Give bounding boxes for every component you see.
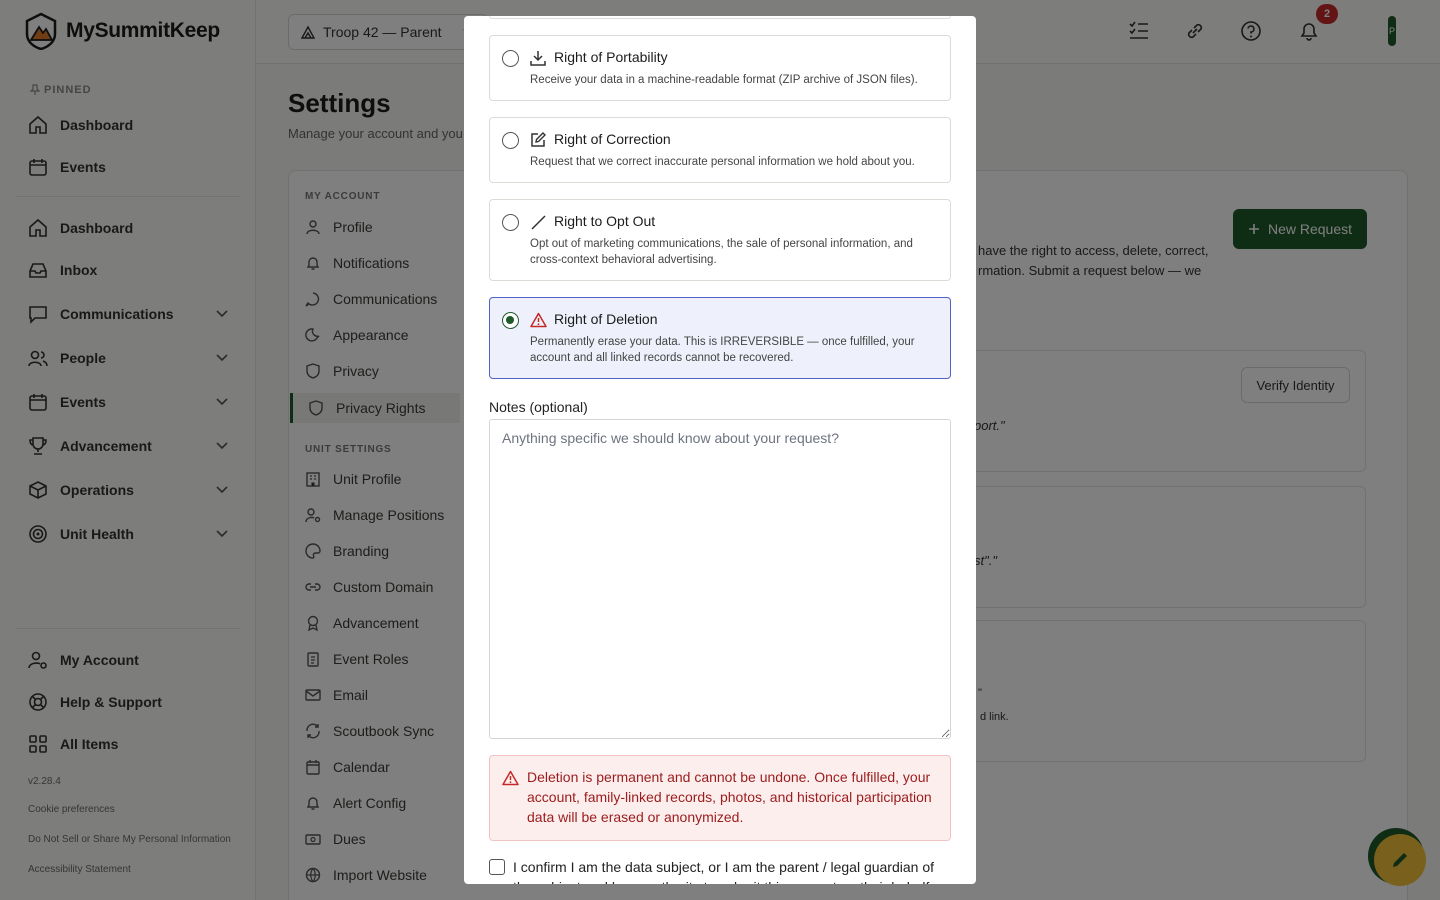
radio-opt-out[interactable] [502,214,519,231]
option-right-of-deletion[interactable]: Right of Deletion Permanently erase your… [489,297,951,379]
warning-icon [502,770,519,786]
deletion-warning-text: Deletion is permanent and cannot be undo… [527,769,932,825]
radio-deletion[interactable] [502,312,519,329]
notes-label: Notes (optional) [489,399,588,415]
option-title: Right of Portability [554,49,668,65]
option-right-of-correction[interactable]: Right of Correction Request that we corr… [489,117,951,183]
option-title: Right to Opt Out [554,213,656,229]
option-description: Permanently erase your data. This is IRR… [530,336,915,364]
app-root: MySummitKeep PINNED Dashboard Events Das… [0,0,1440,900]
option-description: Opt out of marketing communications, the… [530,238,913,266]
radio-portability[interactable] [502,50,519,67]
option-title: Right of Deletion [554,311,658,327]
option-title: Right of Correction [554,131,671,147]
privacy-request-modal: Right of Portability Receive your data i… [464,16,976,884]
option-right-of-portability[interactable]: Right of Portability Receive your data i… [489,35,951,101]
confirm-checkbox[interactable] [489,859,505,875]
option-description: Request that we correct inaccurate perso… [530,156,915,168]
confirm-authority: I confirm I am the data subject, or I am… [489,857,951,884]
edit-icon [530,132,546,148]
slash-icon [530,214,546,230]
deletion-warning-banner: Deletion is permanent and cannot be undo… [489,755,951,841]
option-right-to-opt-out[interactable]: Right to Opt Out Opt out of marketing co… [489,199,951,281]
warning-icon [530,312,547,328]
option-description: Receive your data in a machine-readable … [530,74,918,86]
download-icon [530,50,546,66]
radio-correction[interactable] [502,132,519,149]
confirm-text: I confirm I am the data subject, or I am… [513,859,935,884]
previous-option-edge [489,16,951,19]
notes-textarea[interactable] [489,419,951,739]
